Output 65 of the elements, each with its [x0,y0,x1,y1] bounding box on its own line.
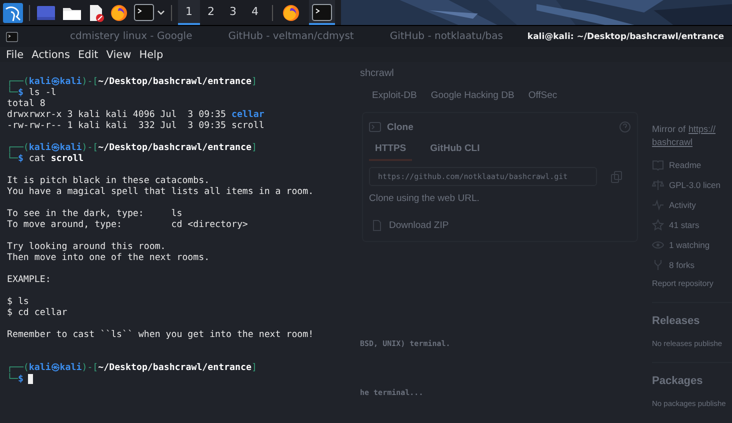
mirror-label: Mirror of [652,124,686,134]
stat-label: 8 forks [669,260,695,270]
window-title: kali@kali: ~/Desktop/bashcrawl/entrance [527,32,724,42]
workspace-button[interactable]: 4 [244,0,266,25]
terminal-line: It is pitch black in these catacombs. [7,176,210,187]
zip-file-icon [373,220,381,231]
menu-item[interactable]: Actions [30,48,72,60]
menu-item[interactable]: File [4,48,26,60]
document-icon[interactable] [88,4,104,22]
terminal-line: ┌──(kali㉿kali)-[~/Desktop/bashcrawl/entrance] [7,363,257,373]
terminal-line: total 8 [7,99,46,110]
section-heading: Releases [652,315,701,327]
address-text: shcrawl [360,68,394,79]
stat-label: 1 watching [669,240,710,250]
terminal-line: To move around, type: cd <directory> [7,220,248,231]
desktop-icon[interactable] [36,4,56,20]
terminal-line: Then move into one of the next rooms. [7,253,210,264]
menu-item[interactable]: Help [137,48,166,60]
terminal-line: drwxrwxr-x 3 kali kali 4096 Jul 3 09:35 cellar [7,110,264,121]
terminal-line: ┌──(kali㉿kali)-[~/Desktop/bashcrawl/entrance] [7,143,257,153]
scale-icon [652,179,664,191]
terminal-line: ┌──(kali㉿kali)-[~/Desktop/bashcrawl/entrance] [7,77,257,87]
panel-tab-label: GitHub CLI [429,143,481,156]
stat-label: Activity [669,200,696,210]
terminal-task-button[interactable] [309,0,335,25]
terminal-line: Try looking around this room. [7,242,166,253]
terminal-line: You have a magical spell that lists all items in a room. [7,187,314,198]
terminal-icon[interactable] [134,4,154,21]
hint-text: Clone using the web URL. [369,193,480,204]
eye-icon [652,239,664,251]
tab-label: GitHub - veltman/cdmyst [228,31,354,42]
terminal-icon [369,122,381,132]
terminal-line: Remember to cast ``ls`` when you get into the next room! [7,330,314,341]
terminal-line: -rw-rw-r-- 1 kali kali 332 Jul 3 09:35 scroll [7,121,264,132]
help-icon [619,121,631,133]
book-icon [652,159,664,171]
panel-title: Clone [387,122,414,132]
caret-icon[interactable] [157,10,165,16]
stat-label: Readme [669,160,702,170]
tab-label: GitHub - notklaatu/bas [390,31,503,42]
terminal-line: To see in the dark, type: ls [7,209,182,220]
terminal-icon [6,32,18,42]
text-cursor [28,374,34,384]
terminal-line: └─$ ls -l [7,88,56,99]
copy-icon [611,170,622,182]
section-heading: Packages [652,375,704,387]
stat-label: GPL-3.0 licen [669,180,720,190]
menu-item[interactable]: View [104,48,134,60]
workspace-button[interactable]: 3 [222,0,244,25]
workspace-button[interactable]: 2 [200,0,222,25]
stat-label: 41 stars [669,220,700,230]
workspace-button[interactable]: 1 [178,0,200,25]
terminal-line: $ cd cellar [7,308,68,319]
firefox-icon[interactable] [110,4,128,22]
kali-dragon-icon[interactable] [3,2,23,22]
tab-label: cdmistery linux - Google [70,31,192,42]
pulse-icon [652,199,664,211]
fork-icon [652,259,664,271]
panel-tab-label: HTTPS [369,143,412,161]
terminal-line: EXAMPLE: [7,275,51,286]
terminal-line: └─$ cat scroll [7,154,84,165]
terminal-line: └─$ [7,374,34,385]
terminal-line: $ ls [7,297,29,308]
menu-item[interactable]: Edit [76,48,100,60]
star-icon [652,219,664,231]
